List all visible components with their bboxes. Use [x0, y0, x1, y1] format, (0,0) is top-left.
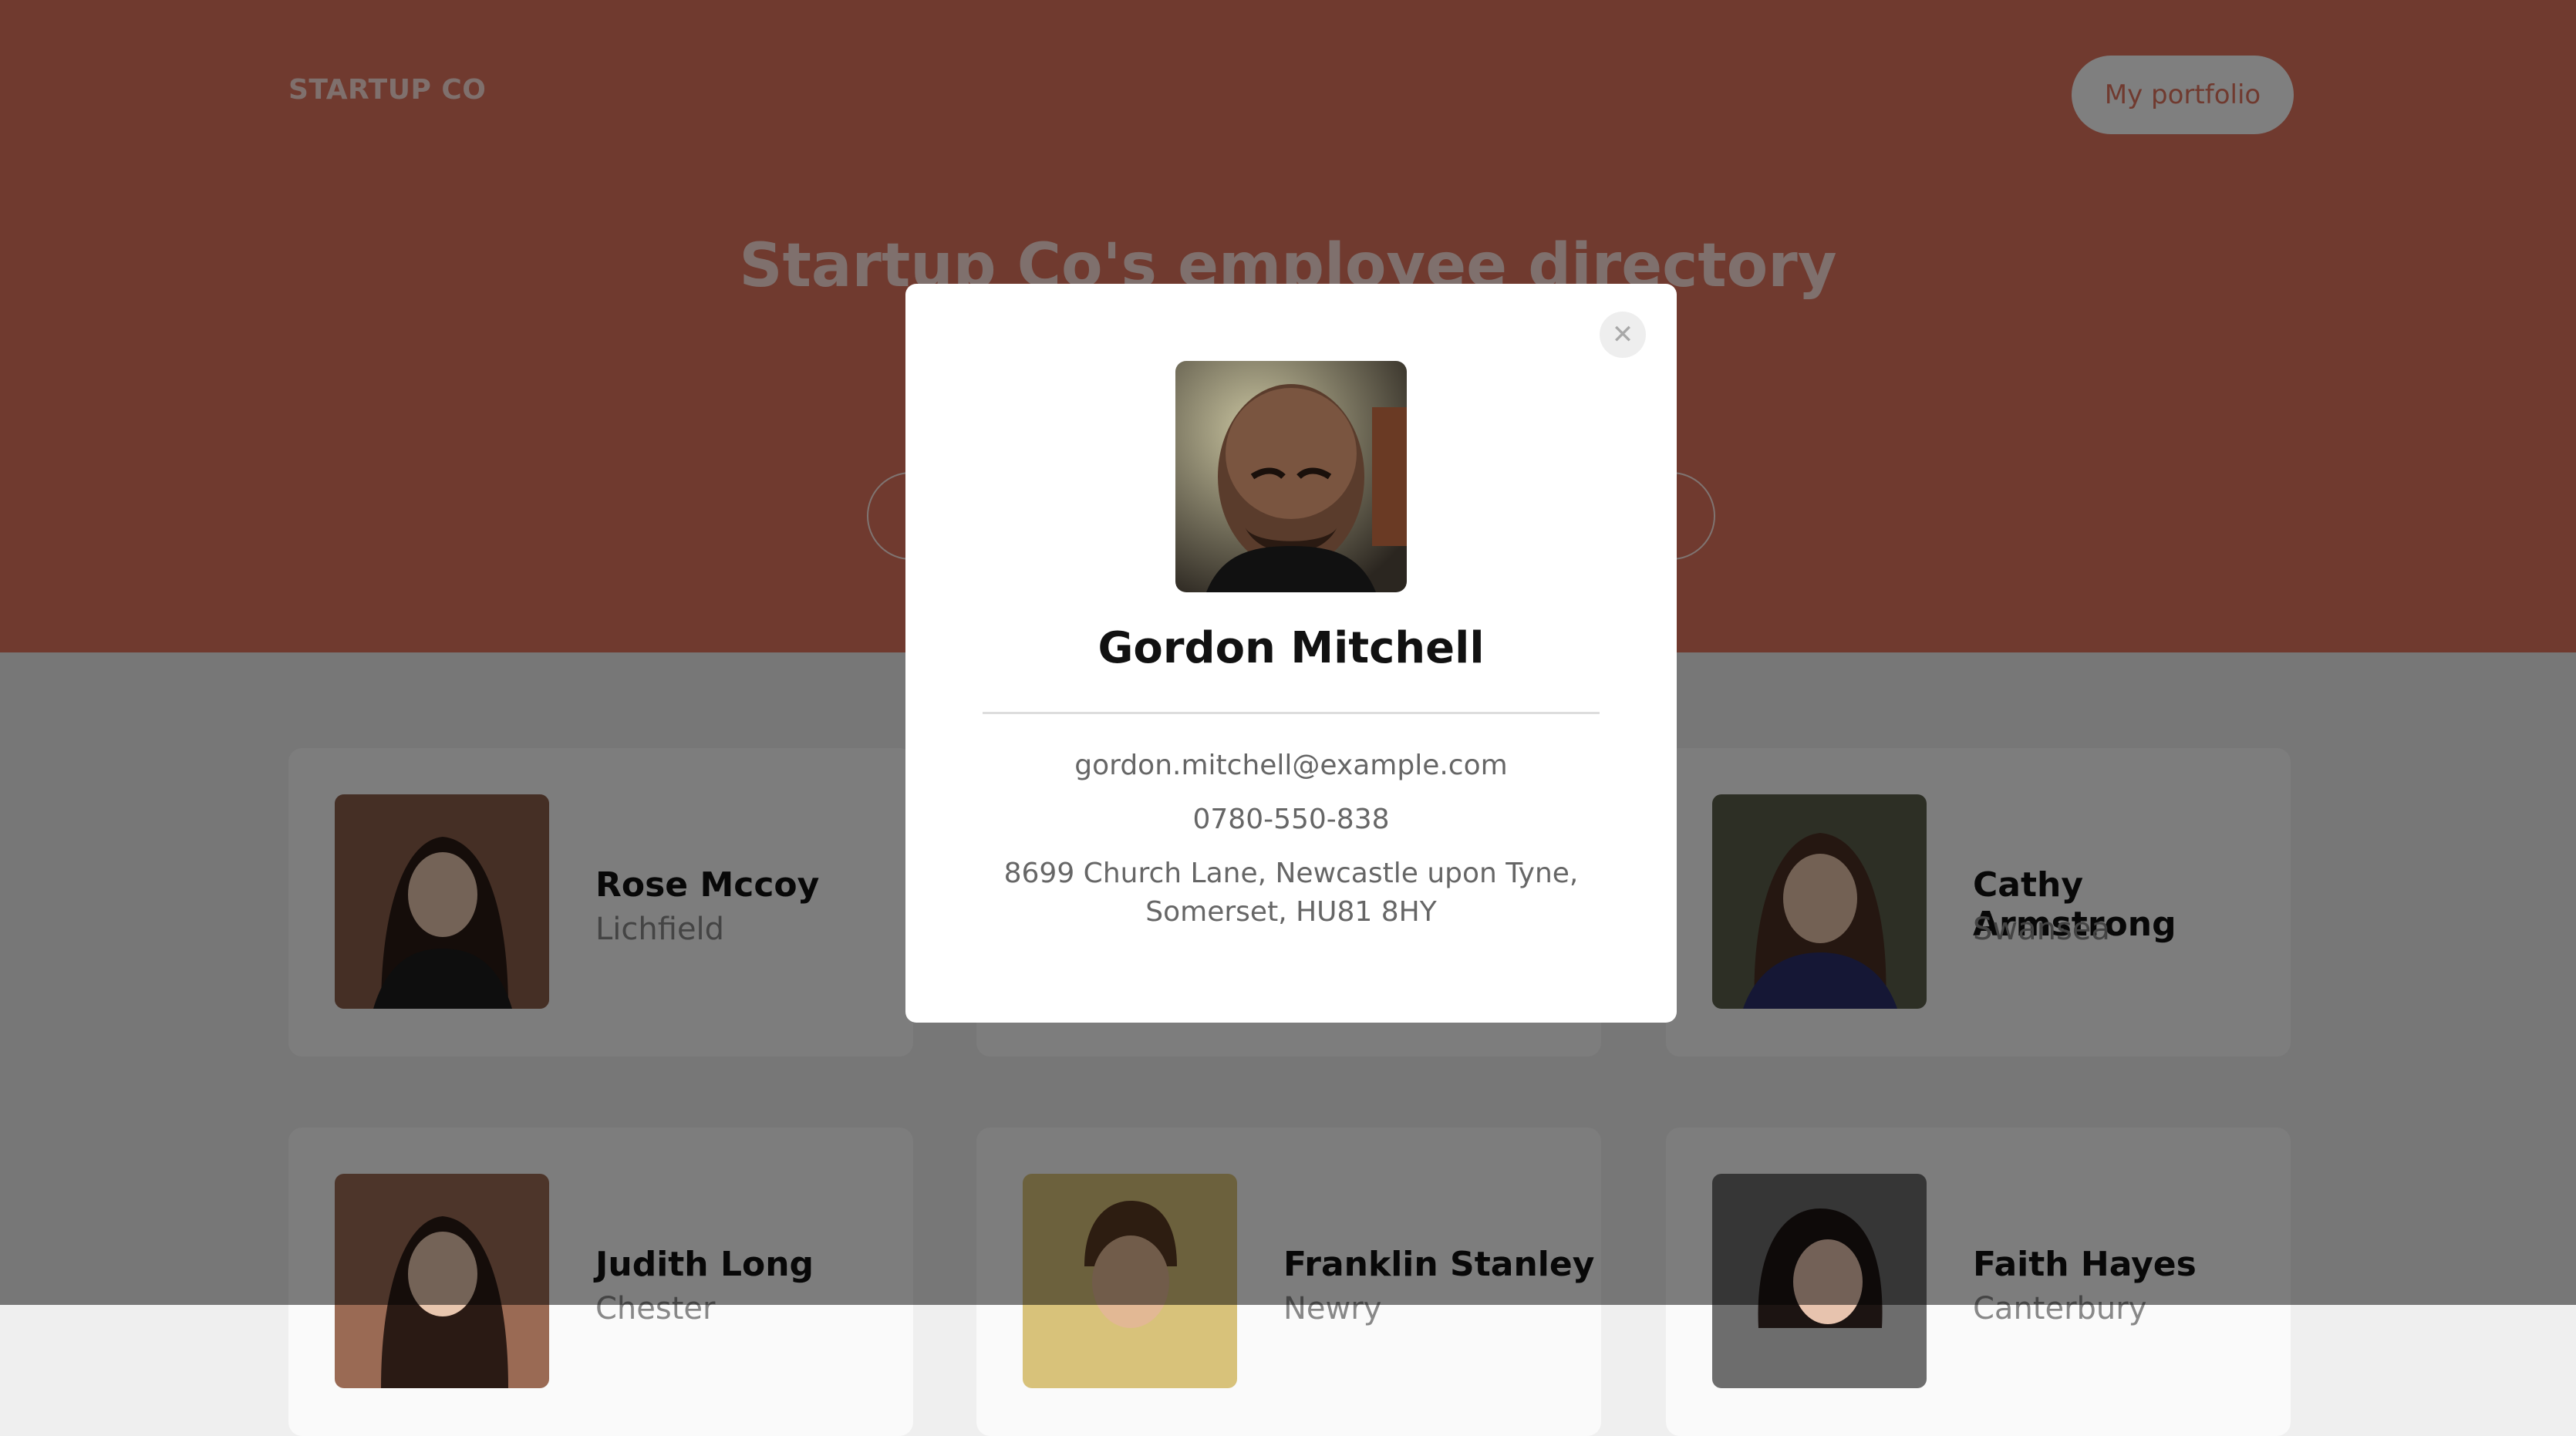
- modal-employee-phone: 0780-550-838: [1192, 804, 1390, 835]
- modal-employee-email: gordon.mitchell@example.com: [1074, 750, 1508, 781]
- employee-modal: ✕ Gordon Mitchell gordon.mitchell@exampl…: [905, 284, 1677, 1023]
- close-button[interactable]: ✕: [1600, 312, 1646, 358]
- modal-employee-address: 8699 Church Lane, Newcastle upon Tyne, S…: [1003, 858, 1579, 928]
- modal-photo-image: [1175, 361, 1407, 592]
- close-icon: ✕: [1611, 319, 1634, 350]
- modal-employee-name: Gordon Mitchell: [1097, 623, 1485, 673]
- modal-divider: [983, 712, 1600, 714]
- modal-employee-photo: [1175, 361, 1407, 592]
